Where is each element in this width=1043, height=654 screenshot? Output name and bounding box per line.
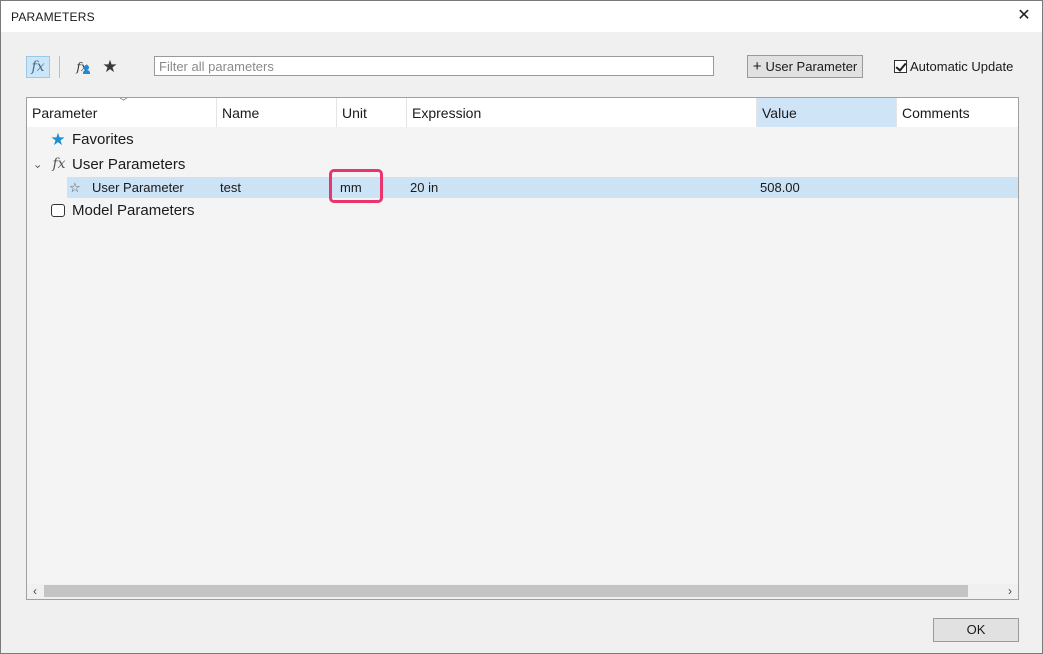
close-icon[interactable]: ✕: [1014, 6, 1034, 26]
cell-value: 508.00: [760, 180, 800, 195]
dialog-title: PARAMETERS: [11, 10, 95, 24]
favorites-star-icon: ★: [50, 130, 66, 149]
column-header-expression[interactable]: Expression: [407, 98, 757, 127]
automatic-update-checkbox[interactable]: Automatic Update: [894, 59, 1013, 75]
all-parameters-fx-icon[interactable]: fx: [26, 56, 50, 78]
column-header-parameter[interactable]: ﹀ Parameter: [27, 98, 217, 127]
checkbox-checked-icon[interactable]: [894, 60, 907, 73]
cell-parameter: User Parameter: [92, 180, 184, 195]
title-bar: PARAMETERS ✕: [1, 1, 1042, 32]
sort-chevron-icon: ﹀: [119, 97, 129, 107]
toolbar-divider: [59, 56, 60, 78]
favorites-group-row[interactable]: ★ Favorites: [27, 128, 1018, 151]
scrollbar-thumb[interactable]: [44, 585, 968, 597]
cell-expression[interactable]: 20 in: [410, 177, 438, 198]
column-header-comments[interactable]: Comments: [897, 98, 1018, 127]
fx-icon: fx: [52, 156, 66, 172]
scroll-right-icon[interactable]: ›: [1002, 584, 1018, 599]
favorites-filter-star-icon[interactable]: ★: [99, 56, 121, 78]
table-row[interactable]: ☆ User Parameter test mm 20 in 508.00: [67, 177, 1018, 198]
plus-icon: +: [752, 58, 762, 75]
cell-name[interactable]: test: [220, 177, 241, 198]
user-person-icon: [83, 65, 90, 74]
parameters-table: ﹀ Parameter Name Unit Expression Value C…: [26, 97, 1019, 600]
scroll-left-icon[interactable]: ‹: [27, 584, 43, 599]
model-box-icon: [51, 204, 65, 217]
filter-parameters-input[interactable]: [154, 56, 714, 76]
add-user-parameter-button[interactable]: + User Parameter: [747, 55, 863, 78]
column-header-value[interactable]: Value: [757, 98, 897, 127]
horizontal-scrollbar[interactable]: ‹ ›: [27, 584, 1018, 599]
expand-chevron-icon[interactable]: ›: [30, 153, 44, 178]
add-user-parameter-label: User Parameter: [765, 59, 858, 74]
unit-highlight-annotation: [329, 169, 383, 203]
user-parameters-filter-icon[interactable]: fx: [71, 56, 93, 78]
table-header: ﹀ Parameter Name Unit Expression Value C…: [27, 98, 1018, 127]
parameters-dialog: PARAMETERS ✕ fx fx ★ +User Parameter Aut…: [0, 0, 1043, 654]
favorite-star-outline-icon[interactable]: ☆: [69, 177, 81, 198]
column-header-name[interactable]: Name: [217, 98, 337, 127]
user-parameters-group-row[interactable]: › fx User Parameters: [27, 153, 1018, 176]
favorites-group-label: Favorites: [72, 131, 134, 148]
column-header-unit[interactable]: Unit: [337, 98, 407, 127]
model-parameters-group-label: Model Parameters: [72, 202, 195, 219]
ok-button[interactable]: OK: [933, 618, 1019, 642]
model-parameters-group-row[interactable]: Model Parameters: [27, 199, 1018, 222]
automatic-update-label: Automatic Update: [910, 59, 1014, 74]
user-parameters-group-label: User Parameters: [72, 156, 186, 173]
